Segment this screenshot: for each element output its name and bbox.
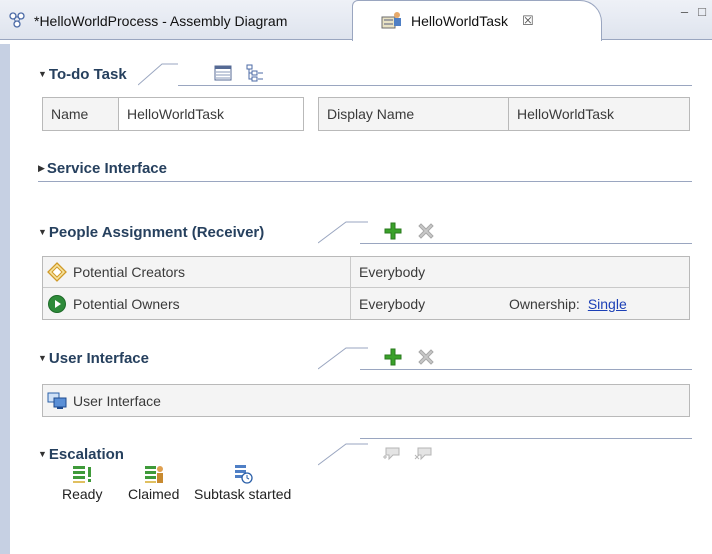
section-divider <box>360 438 692 439</box>
maximize-icon[interactable]: □ <box>698 4 706 19</box>
tab-label: HelloWorldTask <box>411 13 508 29</box>
user-interface-label: User Interface <box>73 392 161 409</box>
name-field-group: Name HelloWorldTask <box>42 97 304 131</box>
table-row[interactable]: Potential Owners Everybody Ownership: Si… <box>43 288 689 319</box>
ownership-cell <box>501 257 689 287</box>
section-divider <box>38 181 692 182</box>
section-tab-edge-icon <box>318 443 368 466</box>
add-escalation-icon[interactable] <box>382 446 402 466</box>
state-label: Ready <box>62 486 103 502</box>
remove-icon[interactable] <box>418 223 434 243</box>
people-assignment-table: Potential Creators Everybody Potential O… <box>42 256 690 320</box>
user-interface-table: User Interface <box>42 384 690 417</box>
ownership-label: Ownership: <box>509 295 580 312</box>
collapsed-triangle-icon: ▶ <box>38 162 45 173</box>
state-label: Subtask started <box>194 486 292 502</box>
section-title: To-do Task <box>48 65 127 83</box>
assignment-value: Everybody <box>359 264 426 280</box>
section-tab-edge-icon <box>138 63 178 86</box>
section-header[interactable]: ▼ User Interface <box>38 346 692 370</box>
role-label: Potential Owners <box>73 295 180 312</box>
section-tab-edge-icon <box>318 221 368 244</box>
section-people-assignment: ▼ People Assignment (Receiver) <box>38 220 692 244</box>
section-divider <box>360 243 692 244</box>
expand-triangle-icon: ▼ <box>38 353 47 363</box>
ready-state-icon <box>71 462 93 486</box>
potential-creators-icon <box>47 262 67 282</box>
user-interface-icon <box>47 391 67 411</box>
expand-triangle-icon: ▼ <box>38 227 47 237</box>
ownership-cell: Ownership: Single <box>501 288 689 319</box>
expand-triangle-icon: ▼ <box>38 449 47 459</box>
subtask-started-icon <box>232 462 254 486</box>
section-header[interactable]: ▼ People Assignment (Receiver) <box>38 220 692 244</box>
human-task-icon <box>381 11 403 32</box>
editor-tab-bar: *HelloWorldProcess - Assembly Diagram He… <box>0 0 712 44</box>
state-label: Claimed <box>128 486 180 502</box>
tab-assembly-diagram[interactable]: *HelloWorldProcess - Assembly Diagram <box>0 2 370 40</box>
display-name-input[interactable]: HelloWorldTask <box>509 98 689 130</box>
remove-escalation-icon[interactable] <box>414 446 434 466</box>
editor-left-rail <box>0 44 10 554</box>
section-todo-task: ▼ To-do Task <box>38 62 692 86</box>
section-service-interface: ▶ Service Interface <box>38 156 692 182</box>
section-tab-edge-icon <box>318 347 368 370</box>
table-row[interactable]: Potential Creators Everybody <box>43 257 689 288</box>
ownership-link[interactable]: Single <box>588 296 627 312</box>
claimed-state-icon <box>143 462 165 486</box>
section-title: Escalation <box>48 445 124 463</box>
assignment-value: Everybody <box>359 295 426 312</box>
potential-owners-icon <box>47 294 67 314</box>
section-user-interface: ▼ User Interface <box>38 346 692 370</box>
tab-label: *HelloWorldProcess - Assembly Diagram <box>34 13 288 29</box>
section-title: People Assignment (Receiver) <box>48 223 265 241</box>
section-divider <box>178 85 692 86</box>
section-header[interactable]: ▶ Service Interface <box>38 156 692 180</box>
escalation-state-claimed[interactable]: Claimed <box>128 462 179 502</box>
section-divider <box>360 369 692 370</box>
close-tab-icon[interactable]: ☒ <box>522 13 534 29</box>
name-input[interactable]: HelloWorldTask <box>119 98 303 130</box>
table-row[interactable]: User Interface <box>43 385 689 416</box>
tree-view-icon[interactable] <box>246 64 264 86</box>
name-label: Name <box>43 98 119 130</box>
escalation-state-ready[interactable]: Ready <box>62 462 102 502</box>
add-icon[interactable] <box>384 348 402 370</box>
window-controls: – □ <box>681 4 706 19</box>
escalation-state-subtask-started[interactable]: Subtask started <box>194 462 291 502</box>
role-label: Potential Creators <box>73 264 186 280</box>
minimize-icon[interactable]: – <box>681 4 688 19</box>
tab-hello-world-task[interactable]: HelloWorldTask ☒ <box>352 0 602 41</box>
add-icon[interactable] <box>384 222 402 244</box>
display-name-label: Display Name <box>319 98 509 130</box>
remove-icon[interactable] <box>418 349 434 369</box>
section-header[interactable]: ▼ To-do Task <box>38 62 692 86</box>
assembly-diagram-icon <box>8 11 26 32</box>
section-title: Service Interface <box>46 159 167 177</box>
table-view-icon[interactable] <box>214 65 232 85</box>
section-title: User Interface <box>48 349 149 367</box>
expand-triangle-icon: ▼ <box>38 69 47 79</box>
display-name-field-group: Display Name HelloWorldTask <box>318 97 690 131</box>
